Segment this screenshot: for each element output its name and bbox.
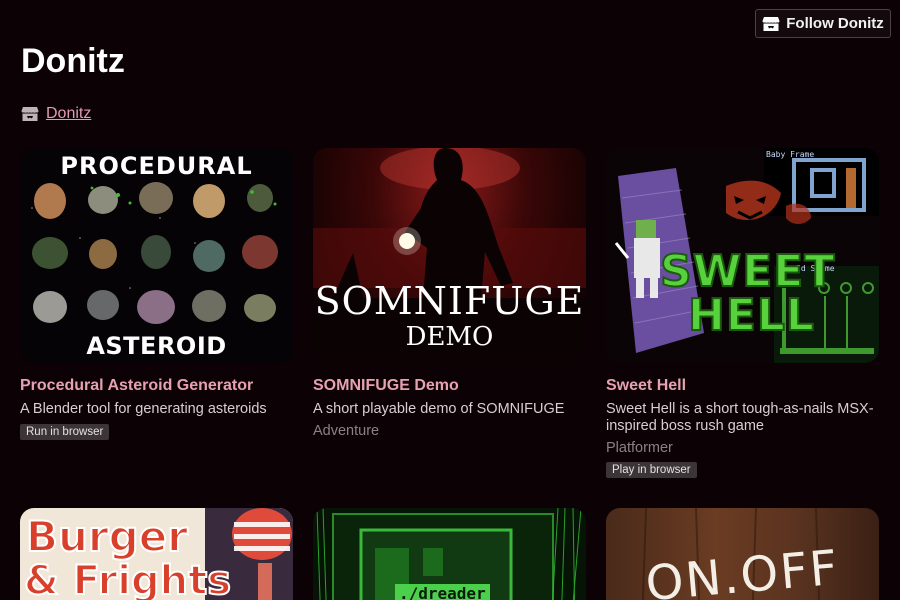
thumb-heading: HELL xyxy=(687,289,815,342)
follow-button[interactable]: Follow Donitz xyxy=(755,9,891,38)
game-thumbnail[interactable]: ./dreader xyxy=(313,508,586,600)
game-genre: Platformer xyxy=(606,440,673,456)
thumb-heading: PROCEDURAL xyxy=(60,152,253,180)
follow-label: Follow Donitz xyxy=(786,15,884,32)
game-card: ON.OFF xyxy=(606,508,879,600)
thumb-heading: ./dreader xyxy=(395,584,490,600)
asteroid-thumbnail-art xyxy=(31,182,278,324)
thumb-hud-text: Baby Frame xyxy=(766,150,815,159)
game-card: Burger & Frights xyxy=(20,508,293,600)
thumb-heading: ASTEROID GENERATOR xyxy=(73,332,240,363)
thumb-heading: Burger xyxy=(25,511,189,562)
game-card: PROCEDURAL ASTEROID GENERATOR Procedural… xyxy=(20,148,293,440)
platform-badge: Run in browser xyxy=(20,424,110,440)
game-description: A short playable demo of SOMNIFUGE xyxy=(313,401,565,417)
thumb-heading: SOMNIFUGE xyxy=(314,279,585,323)
game-thumbnail[interactable]: SOMNIFUGE DEMO xyxy=(313,148,586,363)
game-title-link[interactable]: SOMNIFUGE Demo xyxy=(313,377,586,395)
thumb-subheading: DEMO xyxy=(405,322,494,352)
game-card: SOMNIFUGE DEMO SOMNIFUGE Demo A short pl… xyxy=(313,148,586,439)
game-title-link[interactable]: Sweet Hell xyxy=(606,377,879,395)
game-thumbnail[interactable]: ON.OFF xyxy=(606,508,879,600)
thumb-heading: & Frights xyxy=(23,557,232,600)
platform-badge: Play in browser xyxy=(606,462,697,478)
itch-logo-icon xyxy=(21,107,39,121)
game-thumbnail[interactable]: Baby Frame Id Slime SWEET HELL xyxy=(606,148,879,363)
author-link[interactable]: Donitz xyxy=(46,105,91,123)
game-description: Sweet Hell is a short tough-as-nails MSX… xyxy=(606,401,874,434)
game-description: A Blender tool for generating asteroids xyxy=(20,401,267,417)
game-genre: Adventure xyxy=(313,423,380,439)
itch-logo-icon xyxy=(762,16,780,31)
author-row: Donitz xyxy=(21,105,91,123)
page-title: Donitz xyxy=(21,42,125,80)
game-card: Baby Frame Id Slime SWEET HELL Sweet Hel… xyxy=(606,148,879,478)
game-thumbnail[interactable]: PROCEDURAL ASTEROID GENERATOR xyxy=(20,148,293,363)
game-title-link[interactable]: Procedural Asteroid Generator xyxy=(20,377,293,395)
game-card: ./dreader xyxy=(313,508,586,600)
game-thumbnail[interactable]: Burger & Frights xyxy=(20,508,293,600)
